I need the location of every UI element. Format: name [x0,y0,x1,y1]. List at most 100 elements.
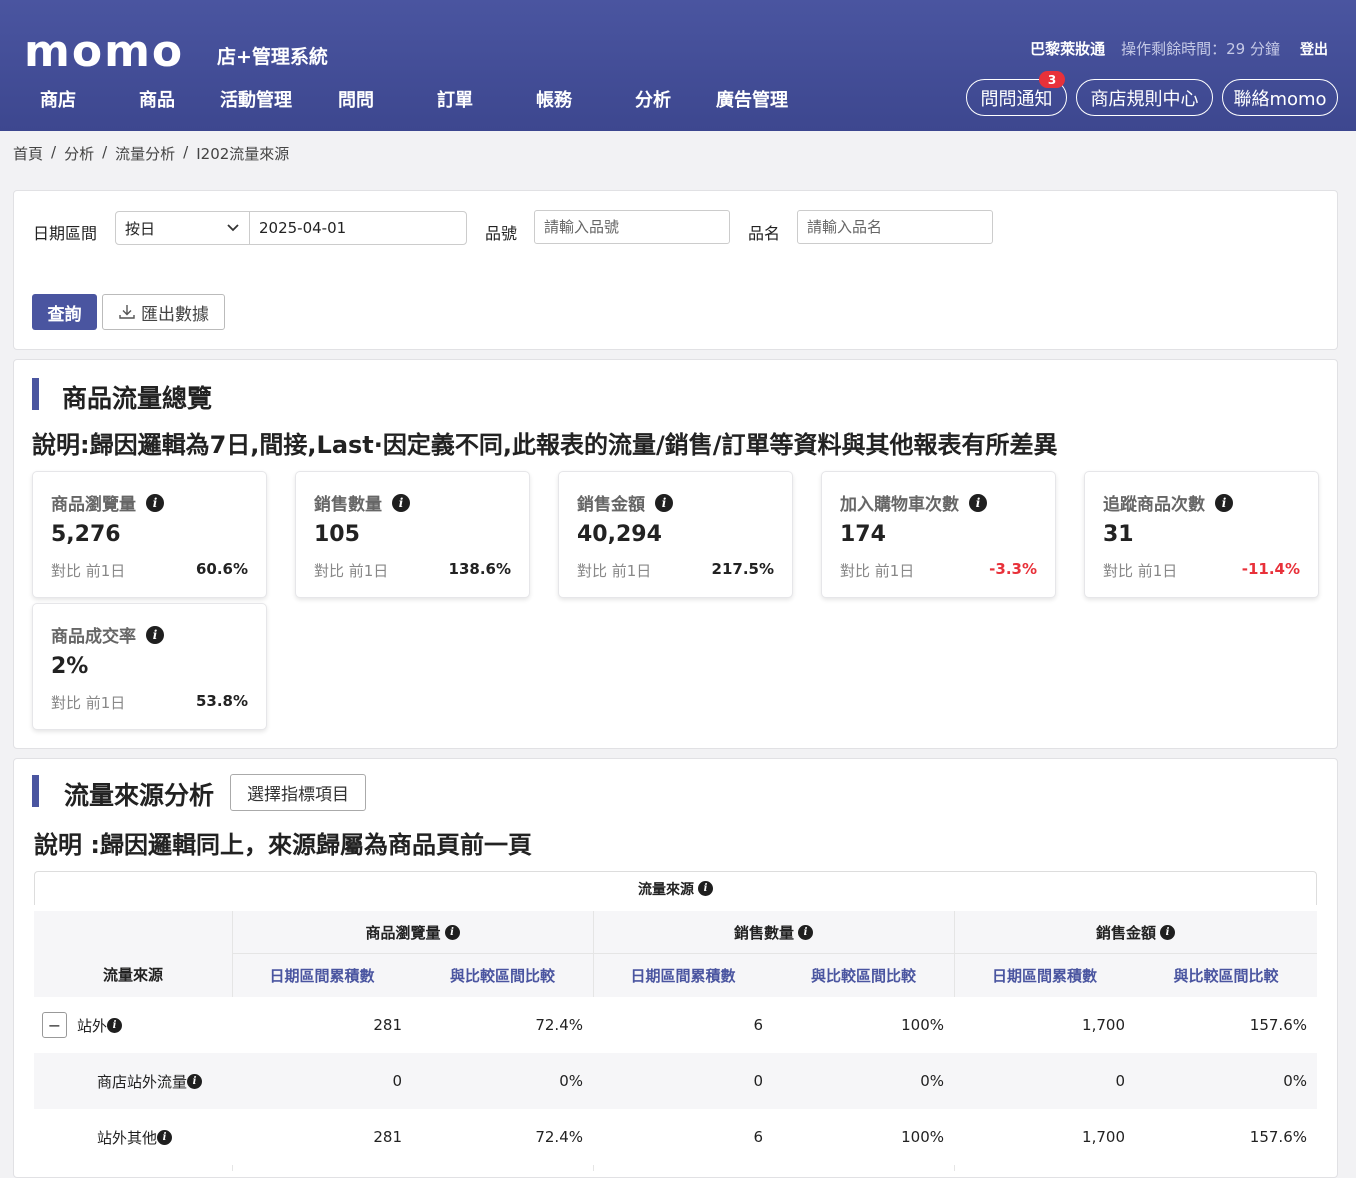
date-range-label: 日期區間 [33,224,98,243]
metric-change: -3.3% [989,560,1037,578]
cell-value: 157.6% [1249,1016,1307,1034]
section-accent-bar [32,378,39,410]
nav-item-questions[interactable]: 問問 [338,86,374,112]
filter-panel: 日期區間 按日 2025-04-01 品號 品名 查詢 匯出數據 [13,190,1338,350]
info-icon[interactable]: i [798,924,813,940]
info-icon[interactable]: i [969,493,987,512]
metric-title: 銷售數量 i [314,490,410,515]
momo-logo[interactable]: momo [24,30,184,74]
logout-link[interactable]: 登出 [1300,39,1328,59]
info-icon[interactable]: i [444,924,460,940]
collapse-button[interactable]: − [42,1012,67,1038]
row-source-name: 站外其他 i [97,1109,232,1165]
sku-label: 品號 [485,224,518,243]
metric-card-pageviews: 商品瀏覽量 i 5,276 對比 前1日 60.6% [32,471,267,598]
nav-item-products[interactable]: 商品 [139,86,175,112]
metric-value: 5,276 [51,522,121,547]
metric-title: 商品成交率 i [51,622,164,647]
traffic-source-title: 流量來源分析 [64,781,215,810]
info-icon[interactable]: i [107,1017,123,1033]
metric-title-text: 商品瀏覽量 [51,495,136,515]
notice-button-label: 問問通知 [980,88,1053,110]
info-icon[interactable]: i [392,493,410,512]
col-header-cumulative[interactable]: 日期區間累積數 [232,953,412,997]
info-icon[interactable]: i [1215,493,1233,512]
contact-momo-button[interactable]: 聯絡momo [1222,79,1338,116]
metric-title-text: 商品成交率 [51,627,136,647]
nav-item-orders[interactable]: 訂單 [437,86,473,112]
breadcrumb: 首頁 / 分析 / 流量分析 / I202流量來源 [13,143,289,164]
date-input[interactable]: 2025-04-01 [249,211,467,245]
info-icon[interactable]: i [698,881,713,896]
metric-compare-label: 對比 前1日 [51,694,126,712]
query-button[interactable]: 查詢 [32,294,97,330]
metric-title-text: 加入購物車次數 [840,495,959,515]
metric-compare-label: 對比 前1日 [840,562,915,580]
metric-title-text: 銷售金額 [577,495,645,515]
col-header-cumulative[interactable]: 日期區間累積數 [593,953,773,997]
info-icon[interactable]: i [146,625,164,644]
metric-change: 53.8% [195,692,248,710]
cell-value: 100% [901,1016,944,1034]
info-icon[interactable]: i [146,493,164,512]
info-icon[interactable]: i [157,1129,173,1145]
metric-title-text: 追蹤商品次數 [1103,495,1205,515]
store-rules-button[interactable]: 商店規則中心 [1076,79,1213,116]
nav-item-ads[interactable]: 廣告管理 [716,86,788,112]
table-title-bar: 流量來源 i [34,871,1317,905]
col-header-cumulative[interactable]: 日期區間累積數 [954,953,1135,997]
col-header-compare[interactable]: 與比較區間比較 [1135,953,1317,997]
nav-item-analytics[interactable]: 分析 [635,86,671,112]
col-group-label: 銷售數量 [733,923,794,942]
col-header-compare[interactable]: 與比較區間比較 [412,953,593,997]
metric-value: 2% [51,654,89,679]
overview-panel: 商品流量總覽 說明:歸因邏輯為7日,間接,Last·因定義不同,此報表的流量/銷… [13,359,1338,749]
export-button[interactable]: 匯出數據 [102,294,225,330]
col-group-label: 商品瀏覽量 [365,923,441,942]
row-source-name: 商店站外流量 i [97,1053,232,1109]
metric-card-conversion: 商品成交率 i 2% 對比 前1日 53.8% [32,603,267,730]
breadcrumb-separator: / [183,143,189,161]
overview-title: 商品流量總覽 [62,384,213,413]
breadcrumb-traffic[interactable]: 流量分析 [115,143,175,164]
metric-value: 40,294 [577,522,662,547]
breadcrumb-separator: / [102,143,108,161]
select-metrics-button[interactable]: 選擇指標項目 [230,774,366,811]
nav-item-campaigns[interactable]: 活動管理 [220,86,292,112]
metric-title: 追蹤商品次數 i [1103,490,1233,515]
cell-value: 0% [920,1072,944,1090]
nav-item-billing[interactable]: 帳務 [536,86,572,112]
metric-compare-label: 對比 前1日 [577,562,652,580]
nav-item-store[interactable]: 商店 [40,86,76,112]
traffic-source-description: 說明 :歸因邏輯同上，來源歸屬為商品頁前一頁 [34,831,532,859]
notice-button[interactable]: 問問通知 3 [966,71,1067,116]
info-icon[interactable]: i [1160,924,1175,940]
cell-value: 72.4% [535,1016,583,1034]
breadcrumb-home[interactable]: 首頁 [13,143,43,164]
download-icon [119,305,135,319]
col-group-sales-amount: 銷售金額 i [954,911,1317,953]
metric-card-add-to-cart: 加入購物車次數 i 174 對比 前1日 -3.3% [821,471,1056,598]
metric-compare-label: 對比 前1日 [314,562,389,580]
col-group-sales-qty: 銷售數量 i [593,911,954,953]
sku-input[interactable] [534,210,730,244]
metric-card-sales-qty: 銷售數量 i 105 對比 前1日 138.6% [295,471,530,598]
metric-card-follows: 追蹤商品次數 i 31 對比 前1日 -11.4% [1084,471,1319,598]
metric-title-text: 銷售數量 [314,495,382,515]
breadcrumb-current: I202流量來源 [196,145,290,163]
col-header-compare[interactable]: 與比較區間比較 [773,953,954,997]
breadcrumb-analytics[interactable]: 分析 [64,143,94,164]
cell-value: 6 [753,1016,763,1034]
date-mode-select[interactable]: 按日 [115,211,250,245]
cell-value: 1,700 [1082,1016,1125,1034]
cell-value: 0 [753,1072,763,1090]
info-icon[interactable]: i [187,1073,203,1089]
metric-title: 銷售金額 i [577,490,673,515]
metric-compare-label: 對比 前1日 [1103,562,1178,580]
top-header: momo 店+管理系統 巴黎萊妝通 操作剩餘時間：29 分鐘 登出 商店 商品 … [0,0,1356,131]
info-icon[interactable]: i [655,493,673,512]
cell-value: 72.4% [535,1128,583,1146]
cell-value: 100% [901,1128,944,1146]
col-group-label: 銷售金額 [1095,923,1156,942]
product-name-input[interactable] [797,210,993,244]
